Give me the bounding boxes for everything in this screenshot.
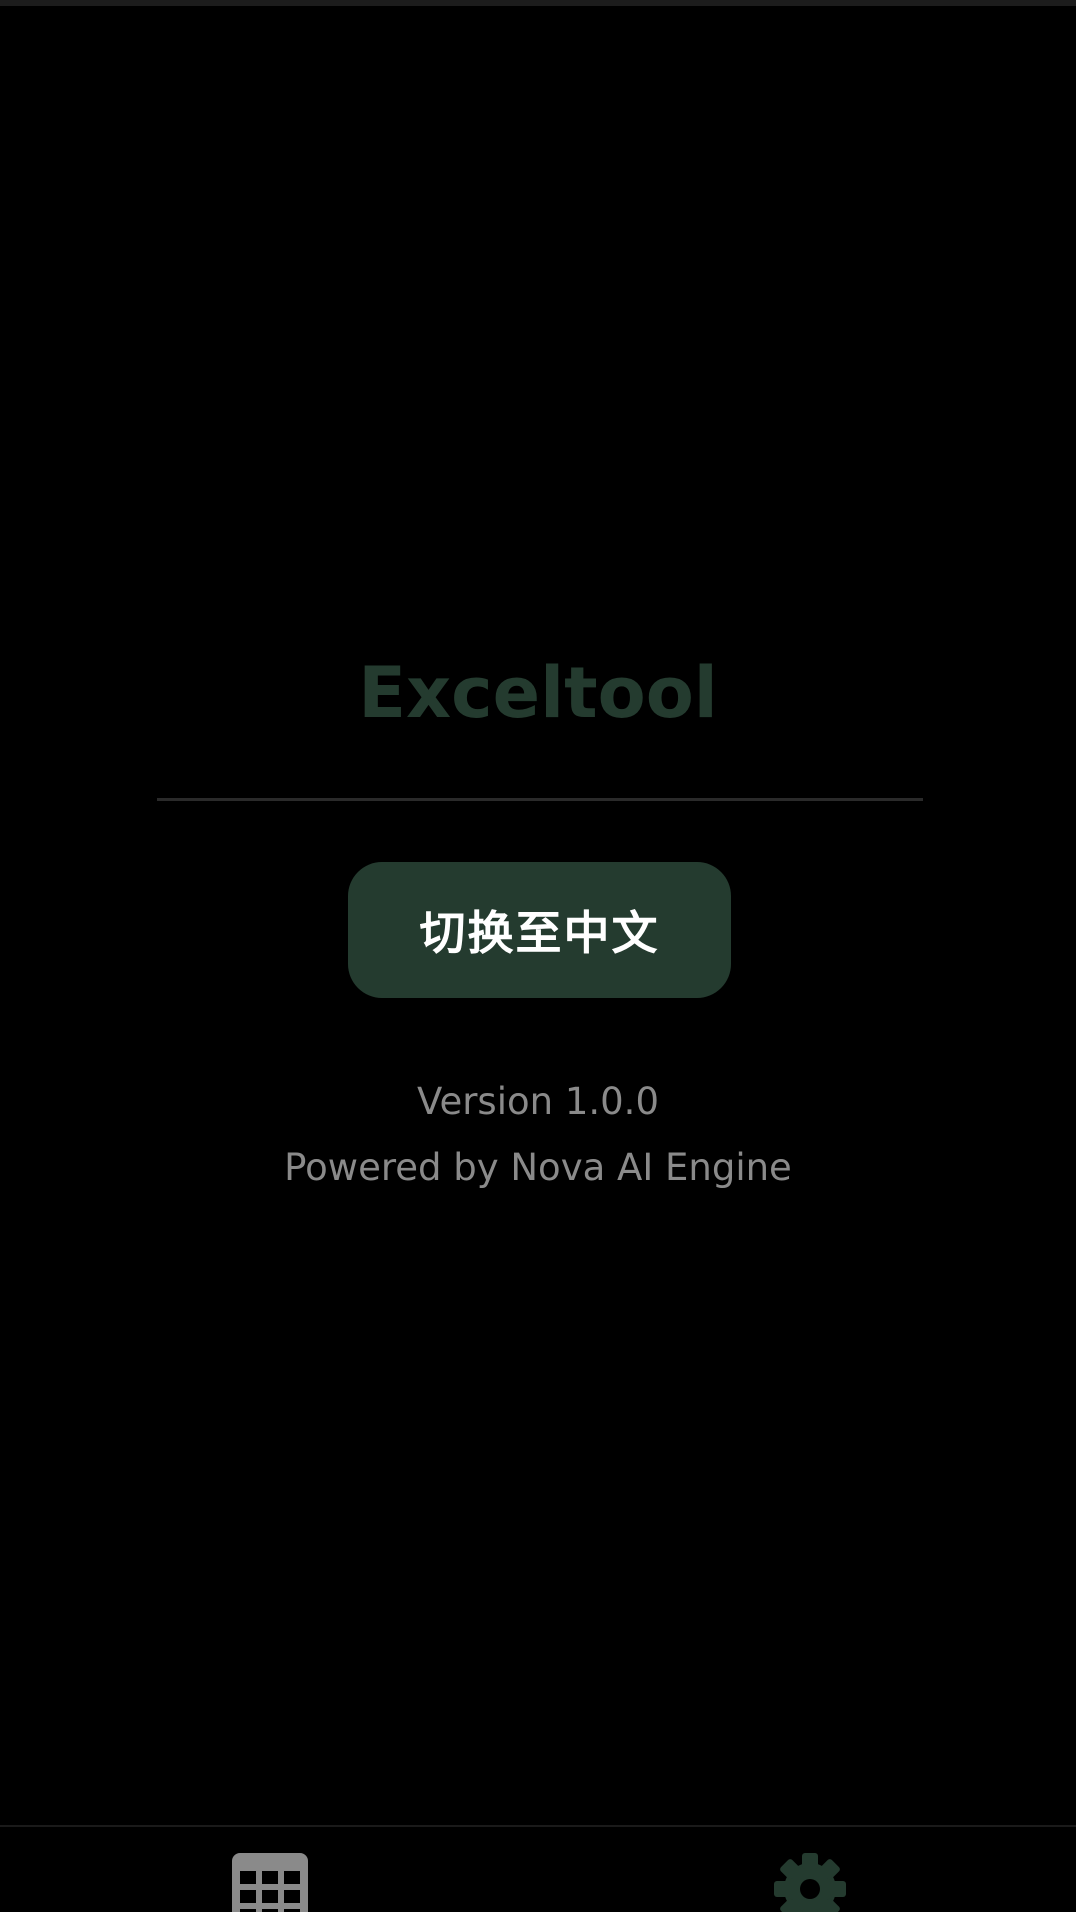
switch-language-button[interactable]: 切换至中文 bbox=[348, 862, 731, 998]
grid-icon bbox=[230, 1851, 310, 1912]
nav-tab-spreadsheet[interactable] bbox=[0, 1827, 538, 1912]
settings-screen: Exceltool 切换至中文 Version 1.0.0 Powered by… bbox=[0, 0, 1076, 1912]
version-label: Version 1.0.0 bbox=[417, 1080, 659, 1123]
bottom-navigation bbox=[0, 1825, 1076, 1912]
nav-tab-settings[interactable] bbox=[538, 1827, 1076, 1912]
app-title: Exceltool bbox=[358, 652, 718, 734]
gear-icon bbox=[772, 1851, 848, 1912]
settings-content: Exceltool 切换至中文 Version 1.0.0 Powered by… bbox=[0, 0, 1076, 1825]
powered-by-label: Powered by Nova AI Engine bbox=[284, 1146, 792, 1189]
divider bbox=[157, 798, 923, 801]
